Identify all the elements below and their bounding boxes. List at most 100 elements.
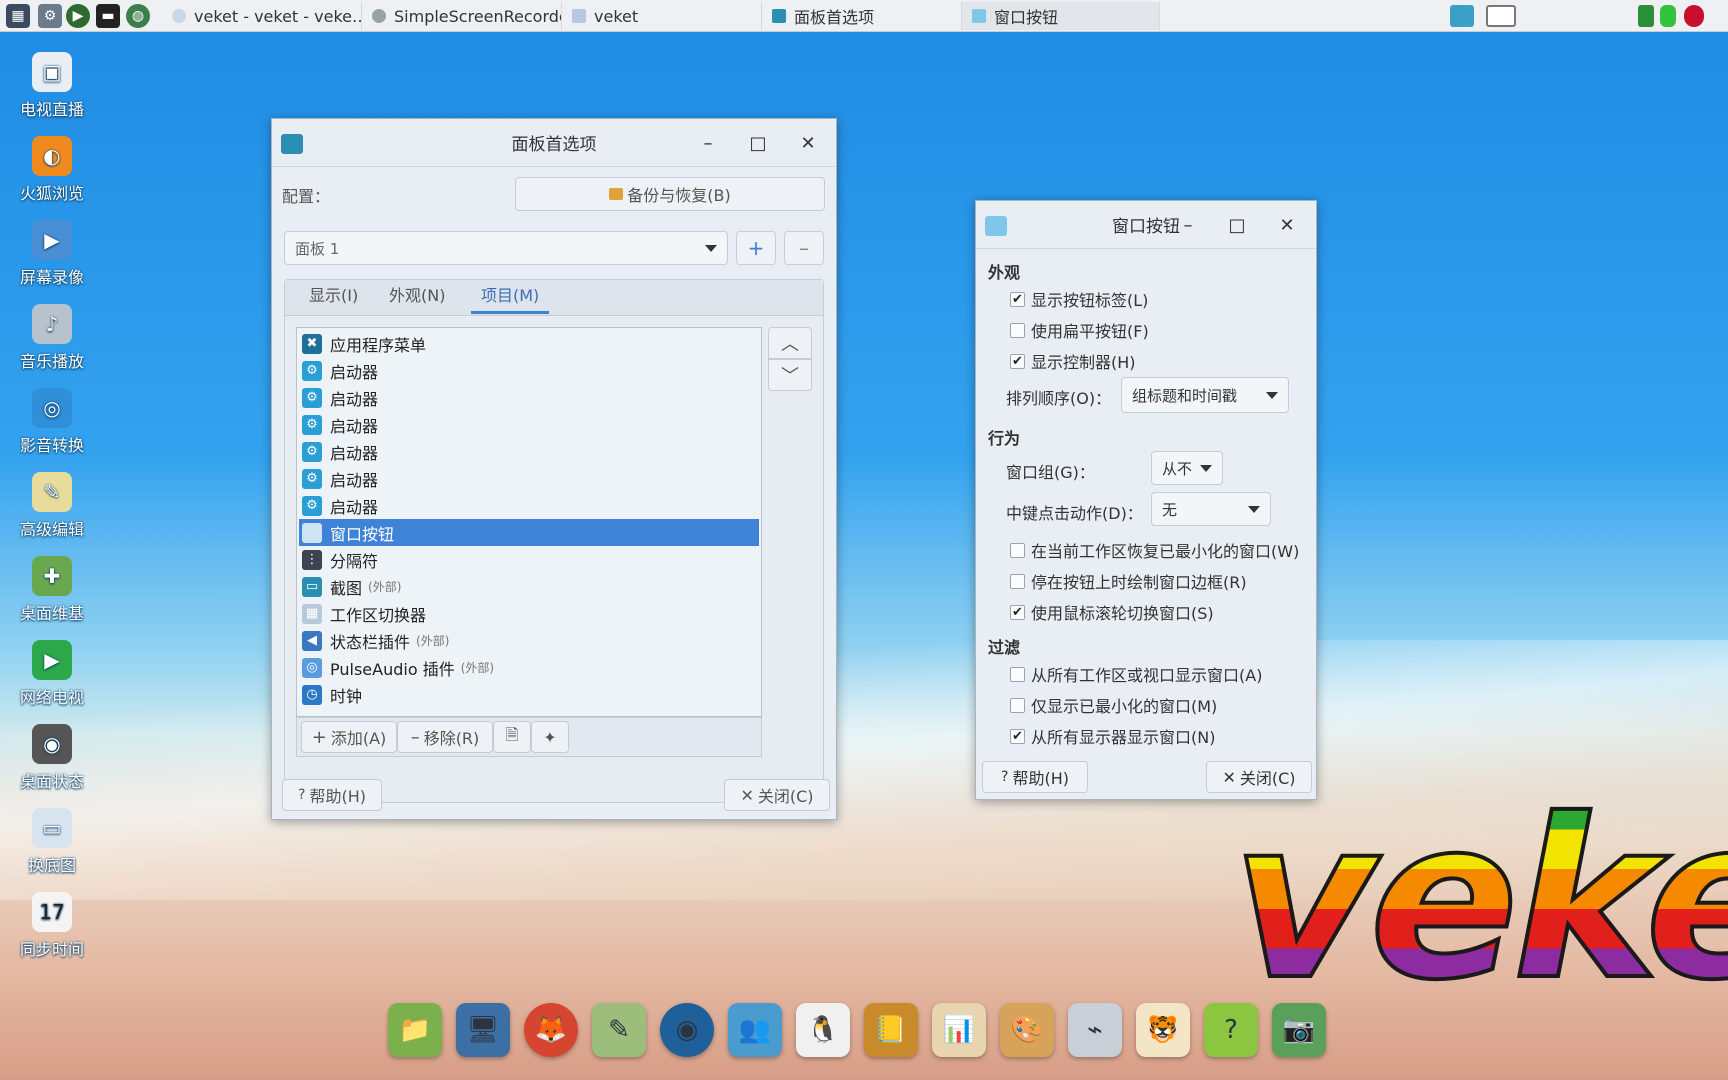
- presentation-icon[interactable]: 📊: [932, 1003, 986, 1057]
- desktop-icon-tv[interactable]: ▣ 电视直播: [10, 52, 94, 120]
- show-labels-checkbox[interactable]: ✔ 显示按钮标签(L): [1010, 287, 1148, 311]
- maximize-icon[interactable]: □: [746, 131, 770, 155]
- checkbox-label: 使用扁平按钮(F): [1031, 322, 1149, 341]
- list-item[interactable]: ✖ 应用程序菜单: [299, 330, 759, 357]
- list-item[interactable]: ◎ PulseAudio 插件 (外部): [299, 654, 759, 681]
- tab-items[interactable]: 项目(M): [471, 280, 550, 314]
- add-item-label: 添加(A): [330, 729, 387, 748]
- list-item[interactable]: 窗口按钮: [299, 519, 759, 546]
- checkbox-box: ✔: [1010, 291, 1025, 307]
- sort-order-select[interactable]: 组标题和时间戳: [1121, 377, 1289, 413]
- list-item[interactable]: ⚙ 启动器: [299, 357, 759, 384]
- desktop-icon-firefox[interactable]: ◐ 火狐浏览: [10, 136, 94, 204]
- record-icon[interactable]: [1684, 5, 1704, 27]
- monitor-icon[interactable]: 🖥: [456, 1003, 510, 1057]
- settings-icon[interactable]: ⚙: [38, 4, 62, 28]
- play-icon[interactable]: ▶: [66, 4, 90, 28]
- star-icon: ✦: [543, 727, 557, 747]
- flat-buttons-checkbox[interactable]: 使用扁平按钮(F): [1010, 318, 1149, 342]
- task-veket-folder[interactable]: veket: [562, 2, 762, 30]
- items-list[interactable]: ✖ 应用程序菜单 ⚙ 启动器 ⚙ 启动器 ⚙ 启动器 ⚙ 启动器 ⚙ 启动器 ⚙ 启动器 窗口按钮 ⋮ 分隔符 ▭…: [296, 327, 762, 717]
- file-manager-icon[interactable]: 📁: [388, 1003, 442, 1057]
- help-button[interactable]: ? 帮助(H): [282, 779, 382, 811]
- list-item[interactable]: ⚙ 启动器: [299, 438, 759, 465]
- minimize-icon[interactable]: –: [1176, 213, 1200, 237]
- restore-minimized-checkbox[interactable]: 在当前工作区恢复已最小化的窗口(W): [1010, 538, 1299, 562]
- panel-preferences-window: 面板首选项 – □ ✕ 配置： 备份与恢复(B) 面板 1 + – 显示(I) …: [271, 118, 837, 820]
- list-item[interactable]: ◷ 时钟: [299, 681, 759, 708]
- about-item-button[interactable]: ✦: [531, 721, 569, 753]
- titlebar: 面板首选项 – □ ✕: [272, 119, 836, 167]
- add-panel-button[interactable]: +: [736, 231, 776, 265]
- list-item[interactable]: ◀ 状态栏插件 (外部): [299, 627, 759, 654]
- users-icon[interactable]: 👥: [728, 1003, 782, 1057]
- list-item[interactable]: ⚙ 启动器: [299, 465, 759, 492]
- media-player-icon[interactable]: ◉: [660, 1003, 714, 1057]
- list-item[interactable]: ▦ 工作区切换器: [299, 600, 759, 627]
- list-item[interactable]: ▭ 截图 (外部): [299, 573, 759, 600]
- task-window-buttons[interactable]: 窗口按钮: [962, 2, 1160, 30]
- list-item[interactable]: ⚙ 启动器: [299, 492, 759, 519]
- desktop-icon-desktop-status[interactable]: ◉ 桌面状态: [10, 724, 94, 792]
- desktop-icon-speaker[interactable]: ♪ 音乐播放: [10, 304, 94, 372]
- desktop-icon-screen-record[interactable]: ▶ 屏幕录像: [10, 220, 94, 288]
- close-button[interactable]: ✕ 关闭(C): [724, 779, 830, 811]
- remove-item-button[interactable]: – 移除(R): [397, 721, 493, 753]
- desktop-icon-monitor[interactable]: ▭ 换底图: [10, 808, 94, 876]
- camera-icon[interactable]: 📷: [1272, 1003, 1326, 1057]
- task-veket-browser[interactable]: veket - veket - veke…: [162, 2, 362, 30]
- list-item[interactable]: ⚙ 启动器: [299, 384, 759, 411]
- desktop-icon-calendar[interactable]: 17 同步时间: [10, 892, 94, 960]
- desktop-icon-text-editor[interactable]: ✎ 高级编辑: [10, 472, 94, 540]
- desktop-icon-desktop-wiki[interactable]: ✚ 桌面维基: [10, 556, 94, 624]
- workspace-switcher-icon[interactable]: [1486, 5, 1516, 27]
- add-item-button[interactable]: + 添加(A): [301, 721, 397, 753]
- scroll-switch-checkbox[interactable]: ✔ 使用鼠标滚轮切换窗口(S): [1010, 600, 1214, 624]
- firefox-icon[interactable]: 🦊: [524, 1003, 578, 1057]
- notebook-icon[interactable]: 📒: [864, 1003, 918, 1057]
- penguin-icon[interactable]: 🐧: [796, 1003, 850, 1057]
- list-item[interactable]: ⋮ 分隔符: [299, 546, 759, 573]
- backup-restore-button[interactable]: 备份与恢复(B): [515, 177, 825, 211]
- help-button[interactable]: ? 帮助(H): [982, 761, 1088, 793]
- list-item[interactable]: ⚙ 启动器: [299, 411, 759, 438]
- globe-icon[interactable]: ◍: [126, 4, 150, 28]
- list-item-label: 启动器: [330, 443, 379, 463]
- network-icon[interactable]: [1638, 5, 1654, 27]
- middle-click-select[interactable]: 无: [1151, 492, 1271, 526]
- minimize-icon[interactable]: –: [696, 131, 720, 155]
- desktop-icon-label: 影音转换: [19, 436, 84, 455]
- desktop-icon-play[interactable]: ▶ 网络电视: [10, 640, 94, 708]
- only-minimized-checkbox[interactable]: 仅显示已最小化的窗口(M): [1010, 693, 1217, 717]
- screenshot-tray-icon[interactable]: [1450, 5, 1474, 27]
- task-screen-recorder[interactable]: SimpleScreenRecorder: [362, 2, 562, 30]
- middle-click-label: 中键点击动作(D)：: [1006, 504, 1143, 523]
- battery-icon[interactable]: [1660, 5, 1676, 27]
- items-toolbar: + 添加(A) – 移除(R) 🗎 ✦: [296, 717, 762, 757]
- window-group-select[interactable]: 从不: [1151, 451, 1223, 485]
- tab-display[interactable]: 显示(I): [305, 280, 362, 314]
- close-icon[interactable]: ✕: [796, 131, 820, 155]
- edit-item-button[interactable]: 🗎: [493, 721, 531, 753]
- all-monitors-checkbox[interactable]: ✔ 从所有显示器显示窗口(N): [1010, 724, 1215, 748]
- tab-appearance[interactable]: 外观(N): [385, 280, 449, 314]
- veke-app-icon[interactable]: 🐯: [1136, 1003, 1190, 1057]
- help-icon[interactable]: ?: [1204, 1003, 1258, 1057]
- desktop-icon-media-convert[interactable]: ◎ 影音转换: [10, 388, 94, 456]
- task-panel-prefs[interactable]: 面板首选项: [762, 2, 962, 30]
- remove-panel-button[interactable]: –: [784, 231, 824, 265]
- text-editor-icon[interactable]: ✎: [592, 1003, 646, 1057]
- move-up-button[interactable]: ︿: [768, 327, 812, 359]
- external-tag: (外部): [368, 580, 402, 594]
- terminal-icon[interactable]: ▬: [96, 4, 120, 28]
- usb-drive-icon[interactable]: ⌁: [1068, 1003, 1122, 1057]
- panel-select[interactable]: 面板 1: [284, 231, 728, 265]
- maximize-icon[interactable]: □: [1225, 213, 1249, 237]
- close-icon[interactable]: ✕: [1275, 213, 1299, 237]
- paint-palette-icon[interactable]: 🎨: [1000, 1003, 1054, 1057]
- draw-border-checkbox[interactable]: 停在按钮上时绘制窗口边框(R): [1010, 569, 1247, 593]
- system-monitor-icon[interactable]: ▦: [6, 4, 30, 28]
- all-workspaces-checkbox[interactable]: 从所有工作区或视口显示窗口(A): [1010, 662, 1262, 686]
- show-handle-checkbox[interactable]: ✔ 显示控制器(H): [1010, 349, 1136, 373]
- move-down-button[interactable]: ﹀: [768, 359, 812, 391]
